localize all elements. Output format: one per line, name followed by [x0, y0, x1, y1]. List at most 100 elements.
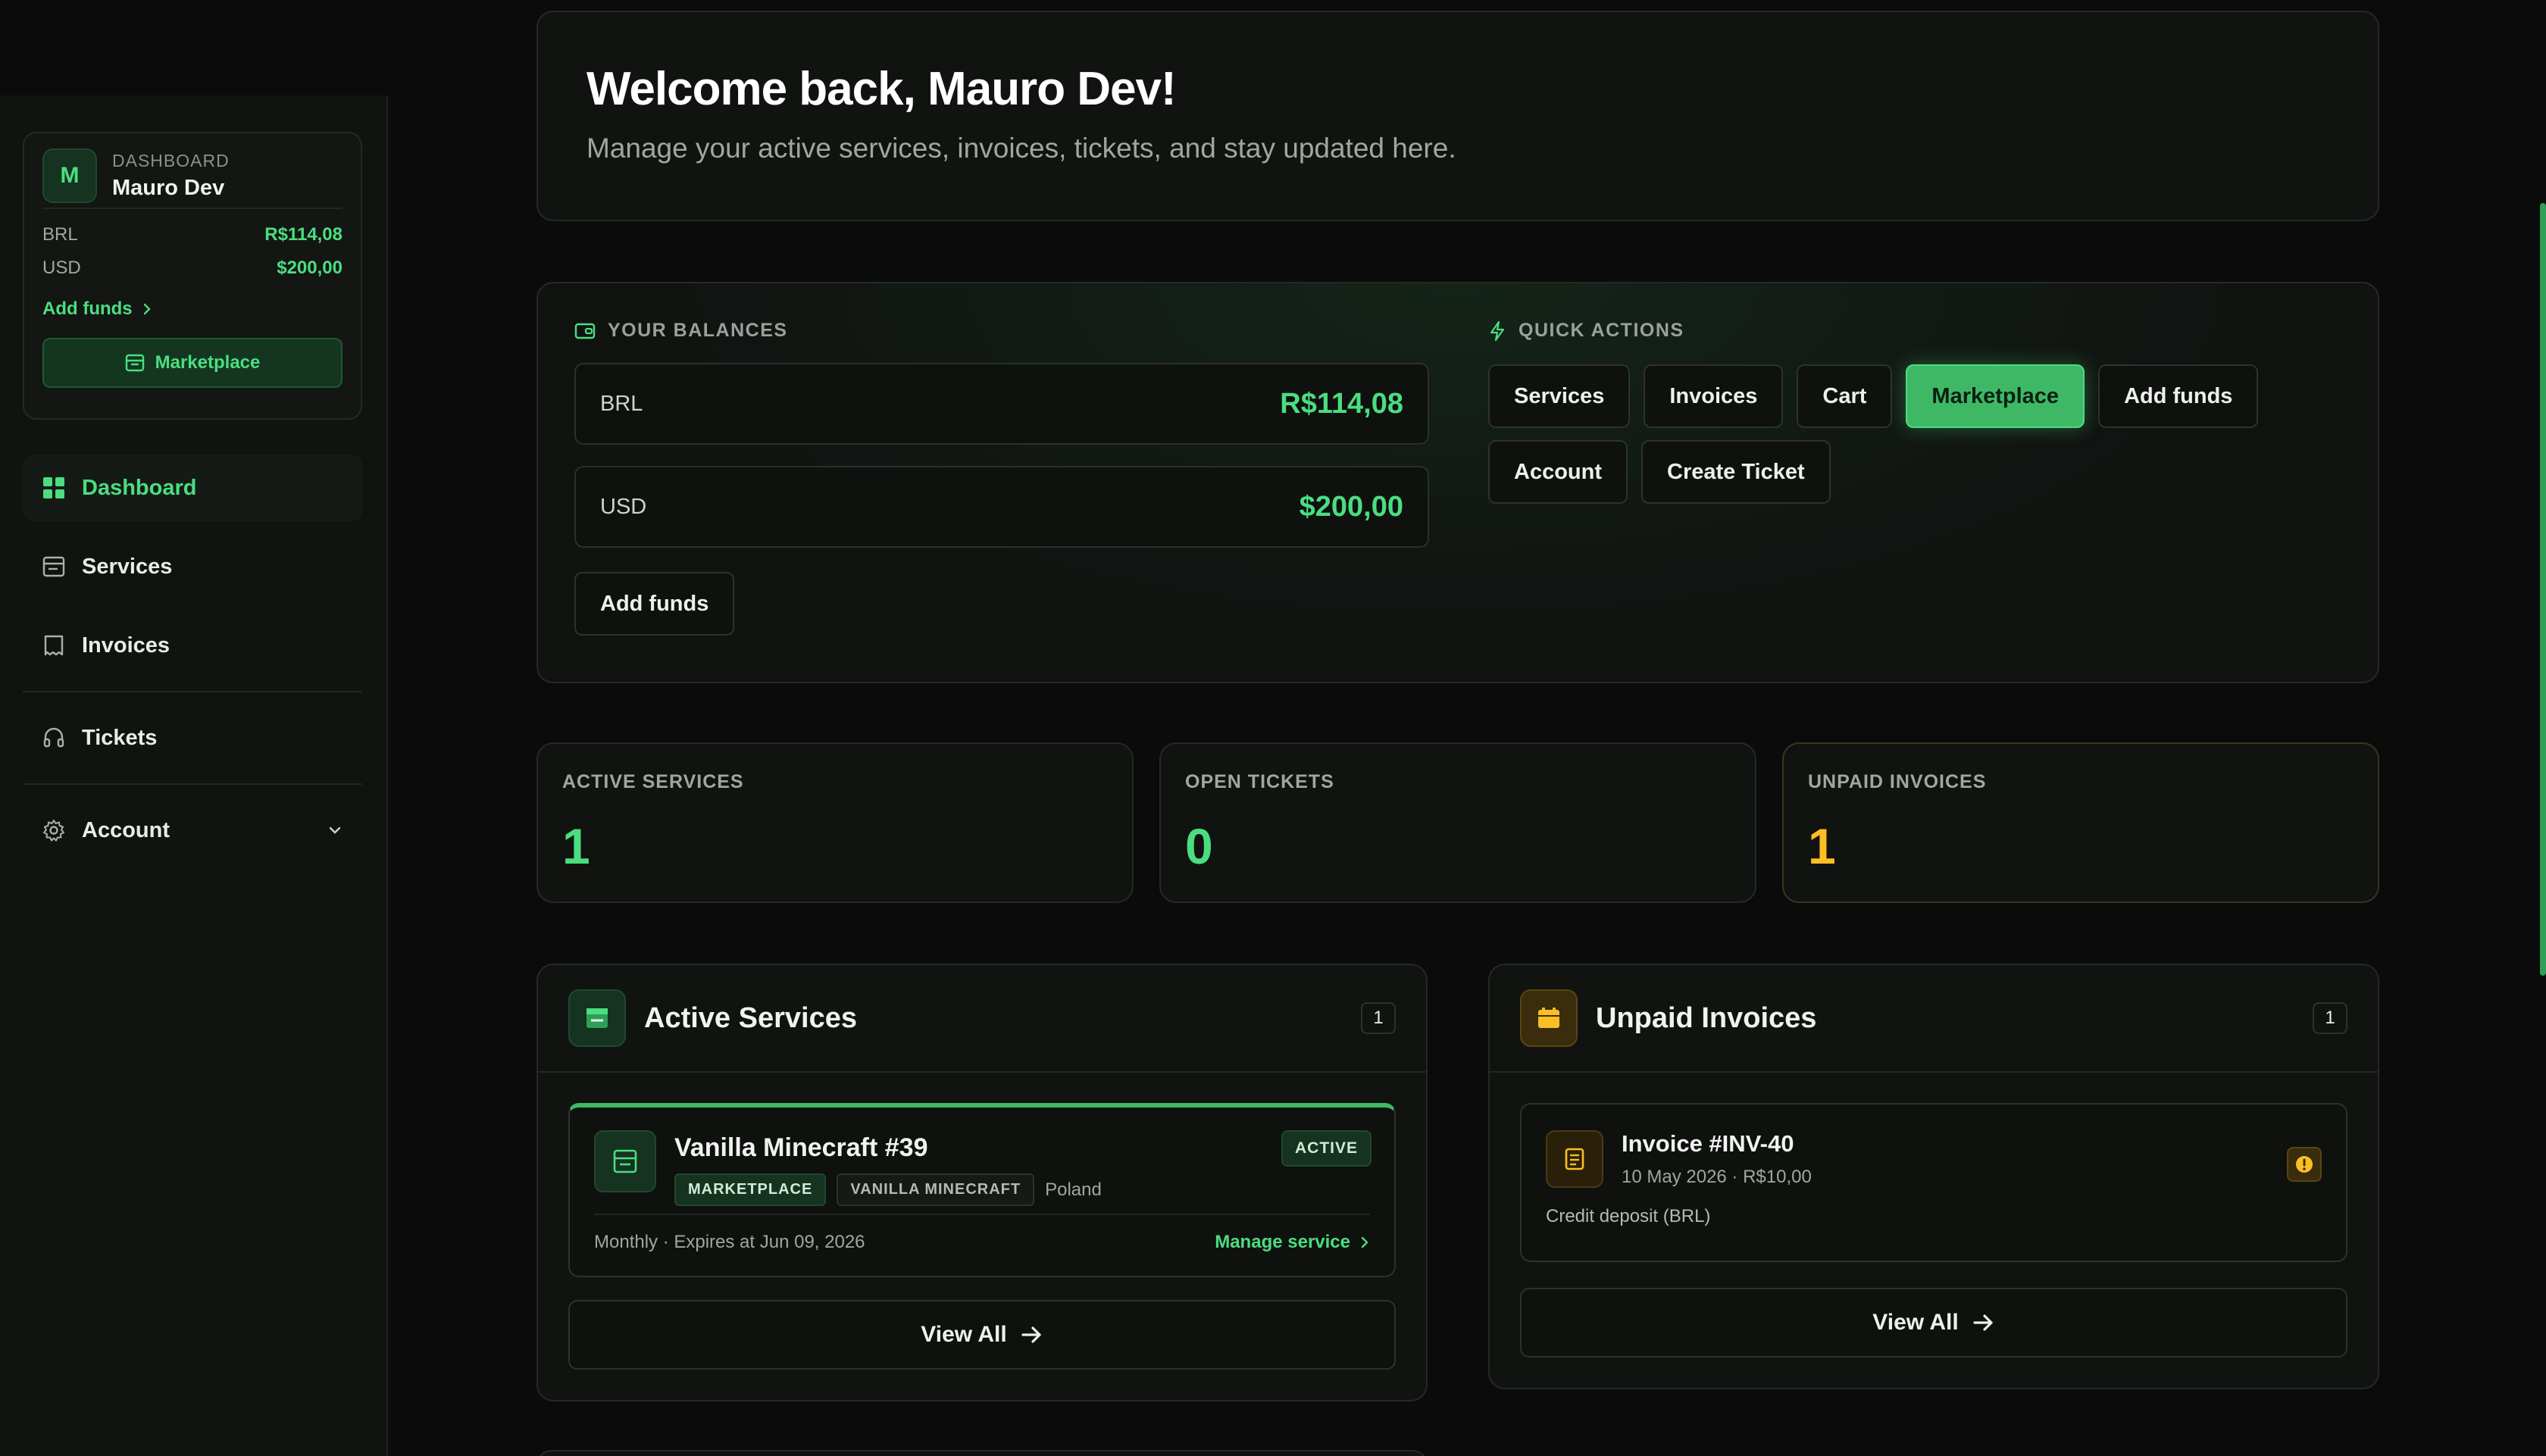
stat-active-services[interactable]: ACTIVE SERVICES 1: [536, 742, 1134, 903]
balances-label: YOUR BALANCES: [608, 320, 788, 341]
services-view-all-button[interactable]: View All: [568, 1300, 1396, 1370]
avatar: M: [42, 148, 97, 203]
quick-action-cart[interactable]: Cart: [1797, 364, 1893, 428]
headset-icon: [43, 727, 64, 748]
balances-section: YOUR BALANCES BRL R$114,08 USD $200,00 A…: [574, 320, 1429, 636]
unpaid-invoices-header: Unpaid Invoices 1: [1490, 965, 2378, 1073]
arrow-right-icon: [1021, 1326, 1041, 1343]
service-footer: Monthly · Expires at Jun 09, 2026 Manage…: [594, 1214, 1370, 1253]
welcome-panel: Welcome back, Mauro Dev! Manage your act…: [536, 11, 2379, 221]
invoice-description: Credit deposit (BRL): [1546, 1206, 1711, 1226]
sidebar: M DASHBOARD Mauro Dev BRL R$114,08 USD $…: [0, 95, 388, 1456]
alert-icon: [2296, 1156, 2313, 1173]
receipt-icon: [1538, 1008, 1559, 1028]
server-icon: [586, 1008, 608, 1028]
add-funds-button[interactable]: Add funds: [574, 572, 735, 636]
service-card[interactable]: Vanilla Minecraft #39 MARKETPLACE VANILL…: [568, 1103, 1396, 1277]
service-icon: [594, 1130, 656, 1192]
warning-badge: [2287, 1147, 2322, 1182]
view-all-label: View All: [1872, 1310, 1959, 1335]
service-meta: Monthly · Expires at Jun 09, 2026: [594, 1232, 865, 1252]
invoice-meta: 10 May 2026 · R$10,00: [1622, 1167, 1812, 1187]
chevron-down-icon: [329, 826, 341, 834]
balance-amount: $200,00: [1299, 490, 1403, 523]
sidebar-item-dashboard[interactable]: Dashboard: [23, 455, 362, 521]
balance-currency: USD: [600, 494, 647, 519]
sidebar-item-label: Tickets: [82, 725, 158, 750]
document-icon: [1565, 1148, 1584, 1170]
stat-label: UNPAID INVOICES: [1808, 771, 1987, 792]
active-services-header: Active Services 1: [538, 965, 1426, 1073]
sidebar-add-funds-link[interactable]: Add funds: [42, 298, 342, 320]
add-funds-label: Add funds: [42, 298, 133, 319]
page-scrollbar[interactable]: [2540, 203, 2546, 976]
services-panel-icon: [568, 989, 626, 1047]
chevron-right-icon: [143, 303, 151, 315]
quick-actions-section: QUICK ACTIONS Services Invoices Cart Mar…: [1488, 320, 2344, 504]
stat-value: 1: [562, 818, 590, 874]
page-subtitle: Manage your active services, invoices, t…: [586, 133, 1456, 164]
tag-marketplace: MARKETPLACE: [674, 1173, 827, 1206]
quick-action-add-funds[interactable]: Add funds: [2098, 364, 2259, 428]
invoices-panel-icon: [1520, 989, 1578, 1047]
quick-action-marketplace[interactable]: Marketplace: [1906, 364, 2085, 428]
count-badge: 1: [2313, 1002, 2347, 1034]
view-all-label: View All: [921, 1322, 1007, 1347]
wallet-icon: [574, 323, 596, 339]
stat-open-tickets[interactable]: OPEN TICKETS 0: [1159, 742, 1756, 903]
invoice-name: Invoice #INV-40: [1622, 1130, 1794, 1157]
balance-amount: $200,00: [277, 258, 342, 278]
next-panel-edge: [536, 1450, 1428, 1456]
stat-value: 1: [1808, 818, 1836, 874]
tag-game: VANILLA MINECRAFT: [837, 1173, 1035, 1206]
sidebar-marketplace-button[interactable]: Marketplace: [42, 338, 342, 388]
server-icon: [613, 1149, 637, 1173]
invoice-card[interactable]: Invoice #INV-40 10 May 2026 · R$10,00 Cr…: [1520, 1103, 2347, 1262]
sidebar-balance-brl: BRL R$114,08: [42, 224, 342, 245]
status-badge: ACTIVE: [1281, 1130, 1372, 1167]
stat-value: 0: [1185, 818, 1213, 874]
balance-currency: BRL: [42, 224, 78, 245]
server-icon: [42, 556, 65, 577]
balances-actions-panel: YOUR BALANCES BRL R$114,08 USD $200,00 A…: [536, 282, 2379, 683]
panel-title: Unpaid Invoices: [1596, 1001, 1817, 1034]
grid-icon: [43, 477, 64, 498]
invoices-view-all-button[interactable]: View All: [1520, 1288, 2347, 1358]
manage-service-link[interactable]: Manage service: [1215, 1232, 1370, 1253]
service-tags: MARKETPLACE VANILLA MINECRAFT Poland: [674, 1173, 1102, 1206]
arrow-right-icon: [1973, 1314, 1993, 1331]
sidebar-balance-usd: USD $200,00: [42, 258, 342, 279]
marketplace-label: Marketplace: [155, 352, 261, 373]
sidebar-item-account[interactable]: Account: [23, 797, 362, 864]
sidebar-item-invoices[interactable]: Invoices: [23, 612, 362, 679]
service-card-top: Vanilla Minecraft #39 MARKETPLACE VANILL…: [594, 1130, 1370, 1206]
chevron-right-icon: [1361, 1236, 1368, 1248]
nav-divider: [23, 691, 362, 692]
quick-action-services[interactable]: Services: [1488, 364, 1631, 428]
balance-row-usd: USD $200,00: [574, 466, 1429, 548]
count-badge: 1: [1361, 1002, 1396, 1034]
invoice-icon: [1546, 1130, 1603, 1188]
balances-header: YOUR BALANCES: [574, 320, 1429, 342]
quick-actions-label: QUICK ACTIONS: [1519, 320, 1684, 341]
page-title: Welcome back, Mauro Dev!: [586, 63, 1177, 115]
profile-header: M DASHBOARD Mauro Dev: [42, 148, 342, 209]
sidebar-item-services[interactable]: Services: [23, 533, 362, 600]
stat-label: OPEN TICKETS: [1185, 771, 1334, 792]
receipt-icon: [44, 635, 64, 656]
balance-amount: R$114,08: [264, 224, 342, 245]
manage-service-label: Manage service: [1215, 1232, 1350, 1252]
quick-action-create-ticket[interactable]: Create Ticket: [1641, 440, 1831, 504]
nav-divider: [23, 783, 362, 785]
panel-title: Active Services: [644, 1001, 857, 1034]
quick-action-account[interactable]: Account: [1488, 440, 1628, 504]
profile-name: Mauro Dev: [112, 176, 225, 200]
sidebar-item-tickets[interactable]: Tickets: [23, 705, 362, 771]
balance-row-brl: BRL R$114,08: [574, 363, 1429, 445]
stat-unpaid-invoices[interactable]: UNPAID INVOICES 1: [1782, 742, 2379, 903]
stat-label: ACTIVE SERVICES: [562, 771, 744, 792]
quick-action-invoices[interactable]: Invoices: [1644, 364, 1784, 428]
sidebar-nav: Dashboard Services Invoices Tickets Acco…: [23, 455, 362, 876]
quick-actions-grid: Services Invoices Cart Marketplace Add f…: [1488, 364, 2344, 504]
lightning-icon: [1490, 320, 1505, 341]
